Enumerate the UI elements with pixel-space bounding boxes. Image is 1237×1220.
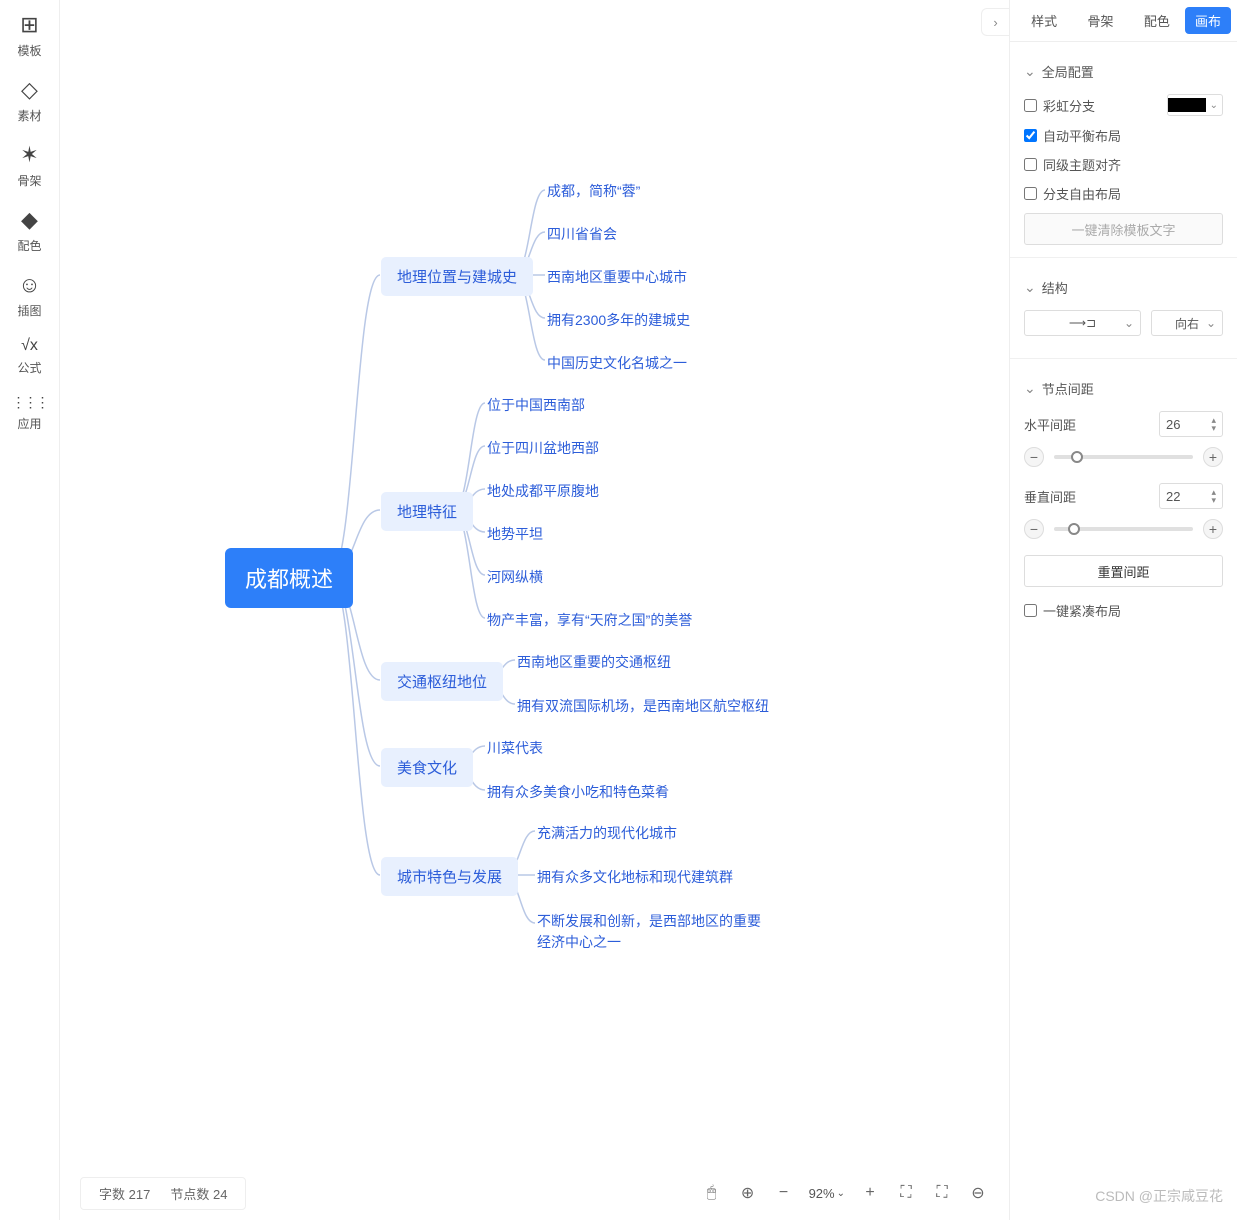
branch-4[interactable]: 城市特色与发展: [381, 857, 518, 896]
clear-template-button[interactable]: 一键清除模板文字: [1024, 213, 1223, 245]
node-count: 节点数 24: [170, 1184, 227, 1203]
section-spacing: 节点间距 水平间距 26▴▾ − + 垂直间距 22▴▾ − + 重置间距 一键…: [1010, 367, 1237, 642]
tab-canvas[interactable]: 画布: [1185, 7, 1231, 34]
free-branch-checkbox[interactable]: 分支自由布局: [1024, 184, 1121, 203]
leaf[interactable]: 拥有众多文化地标和现代建筑群: [537, 867, 733, 887]
v-spacing-input[interactable]: 22▴▾: [1159, 483, 1223, 509]
branch-2[interactable]: 交通枢纽地位: [381, 662, 503, 701]
leaf[interactable]: 物产丰富，享有“天府之国”的美誉: [487, 610, 692, 630]
branch-0[interactable]: 地理位置与建城史: [381, 257, 533, 296]
tool-formula[interactable]: √x公式: [6, 337, 54, 376]
watermark: CSDN @正宗咸豆花: [1095, 1186, 1223, 1206]
compact-layout-checkbox[interactable]: 一键紧凑布局: [1024, 601, 1121, 620]
leaf[interactable]: 地处成都平原腹地: [487, 481, 599, 501]
h-slider[interactable]: [1054, 455, 1193, 459]
palette-icon: ◆: [6, 207, 54, 233]
left-toolbar: ⊞模板 ◇素材 ✶骨架 ◆配色 ☺插图 √x公式 ⋮⋮⋮应用: [0, 0, 60, 1220]
leaf[interactable]: 西南地区重要的交通枢纽: [517, 652, 671, 672]
fit-icon[interactable]: ⛶: [895, 1182, 917, 1204]
tool-material[interactable]: ◇素材: [6, 77, 54, 124]
formula-icon: √x: [6, 337, 54, 355]
branch-1[interactable]: 地理特征: [381, 492, 473, 531]
structure-direction-select[interactable]: 向右: [1151, 310, 1223, 336]
leaf[interactable]: 拥有双流国际机场，是西南地区航空枢纽: [517, 696, 769, 716]
zoom-level[interactable]: 92% ⌄: [809, 1186, 845, 1201]
section-structure: 结构 ⟶⊐ 向右: [1010, 266, 1237, 359]
section-global-header[interactable]: 全局配置: [1024, 62, 1223, 82]
reset-spacing-button[interactable]: 重置间距: [1024, 555, 1223, 587]
leaf[interactable]: 成都，简称“蓉”: [547, 181, 640, 201]
panel-toggle[interactable]: ›: [981, 8, 1009, 36]
mindmap-root[interactable]: 成都概述: [225, 548, 353, 608]
color-select[interactable]: [1167, 94, 1223, 116]
template-icon: ⊞: [6, 12, 54, 38]
h-minus-button[interactable]: −: [1024, 447, 1044, 467]
status-bar: 字数 217 节点数 24 🖱 ⊕ − 92% ⌄ + ⛶ ⛶ ⊖: [60, 1166, 1009, 1220]
section-spacing-header[interactable]: 节点间距: [1024, 379, 1223, 399]
leaf[interactable]: 充满活力的现代化城市: [537, 823, 677, 843]
auto-balance-checkbox[interactable]: 自动平衡布局: [1024, 126, 1121, 145]
tab-style[interactable]: 样式: [1016, 7, 1072, 34]
leaf[interactable]: 河网纵横: [487, 567, 543, 587]
canvas: 成都概述 地理位置与建城史 成都，简称“蓉” 四川省省会 西南地区重要中心城市 …: [60, 0, 1009, 1166]
leaf[interactable]: 中国历史文化名城之一: [547, 353, 687, 373]
h-plus-button[interactable]: +: [1203, 447, 1223, 467]
zoom-group: 🖱 ⊕ − 92% ⌄ + ⛶ ⛶ ⊖: [701, 1182, 989, 1204]
apps-icon: ⋮⋮⋮: [6, 394, 54, 411]
color-swatch: [1168, 98, 1206, 112]
right-panel: 样式 骨架 配色 画布 全局配置 彩虹分支 自动平衡布局 同级主题对齐 分支自由…: [1009, 0, 1237, 1220]
leaf[interactable]: 地势平坦: [487, 524, 543, 544]
leaf[interactable]: 川菜代表: [487, 738, 543, 758]
leaf[interactable]: 拥有众多美食小吃和特色菜肴: [487, 782, 669, 802]
branch-3[interactable]: 美食文化: [381, 748, 473, 787]
zoom-in-button[interactable]: +: [859, 1182, 881, 1204]
char-count: 字数 217: [99, 1184, 150, 1203]
section-structure-header[interactable]: 结构: [1024, 278, 1223, 298]
skeleton-icon: ✶: [6, 142, 54, 168]
tool-apps[interactable]: ⋮⋮⋮应用: [6, 394, 54, 432]
tool-palette[interactable]: ◆配色: [6, 207, 54, 254]
mouse-icon[interactable]: 🖱: [701, 1182, 723, 1204]
leaf[interactable]: 西南地区重要中心城市: [547, 267, 687, 287]
v-slider[interactable]: [1054, 527, 1193, 531]
leaf[interactable]: 不断发展和创新，是西部地区的重要经济中心之一: [537, 911, 772, 953]
h-spacing-label: 水平间距: [1024, 415, 1076, 434]
leaf[interactable]: 拥有2300多年的建城史: [547, 310, 690, 330]
more-icon[interactable]: ⊖: [967, 1182, 989, 1204]
material-icon: ◇: [6, 77, 54, 103]
zoom-out-button[interactable]: −: [773, 1182, 795, 1204]
tab-palette[interactable]: 配色: [1129, 7, 1185, 34]
leaf[interactable]: 四川省省会: [547, 224, 617, 244]
leaf[interactable]: 位于中国西南部: [487, 395, 585, 415]
tab-skeleton[interactable]: 骨架: [1072, 7, 1128, 34]
v-spacing-label: 垂直间距: [1024, 487, 1076, 506]
rainbow-checkbox[interactable]: 彩虹分支: [1024, 96, 1095, 115]
tool-skeleton[interactable]: ✶骨架: [6, 142, 54, 189]
v-plus-button[interactable]: +: [1203, 519, 1223, 539]
h-spacing-input[interactable]: 26▴▾: [1159, 411, 1223, 437]
leaf[interactable]: 位于四川盆地西部: [487, 438, 599, 458]
peer-align-checkbox[interactable]: 同级主题对齐: [1024, 155, 1121, 174]
fullscreen-icon[interactable]: ⛶: [931, 1182, 953, 1204]
locate-icon[interactable]: ⊕: [737, 1182, 759, 1204]
section-global: 全局配置 彩虹分支 自动平衡布局 同级主题对齐 分支自由布局 一键清除模板文字: [1010, 50, 1237, 258]
v-minus-button[interactable]: −: [1024, 519, 1044, 539]
illustration-icon: ☺: [6, 272, 54, 298]
status-chip: 字数 217 节点数 24: [80, 1177, 246, 1210]
tabs: 样式 骨架 配色 画布: [1010, 0, 1237, 42]
tool-illustration[interactable]: ☺插图: [6, 272, 54, 319]
tool-template[interactable]: ⊞模板: [6, 12, 54, 59]
structure-layout-select[interactable]: ⟶⊐: [1024, 310, 1141, 336]
